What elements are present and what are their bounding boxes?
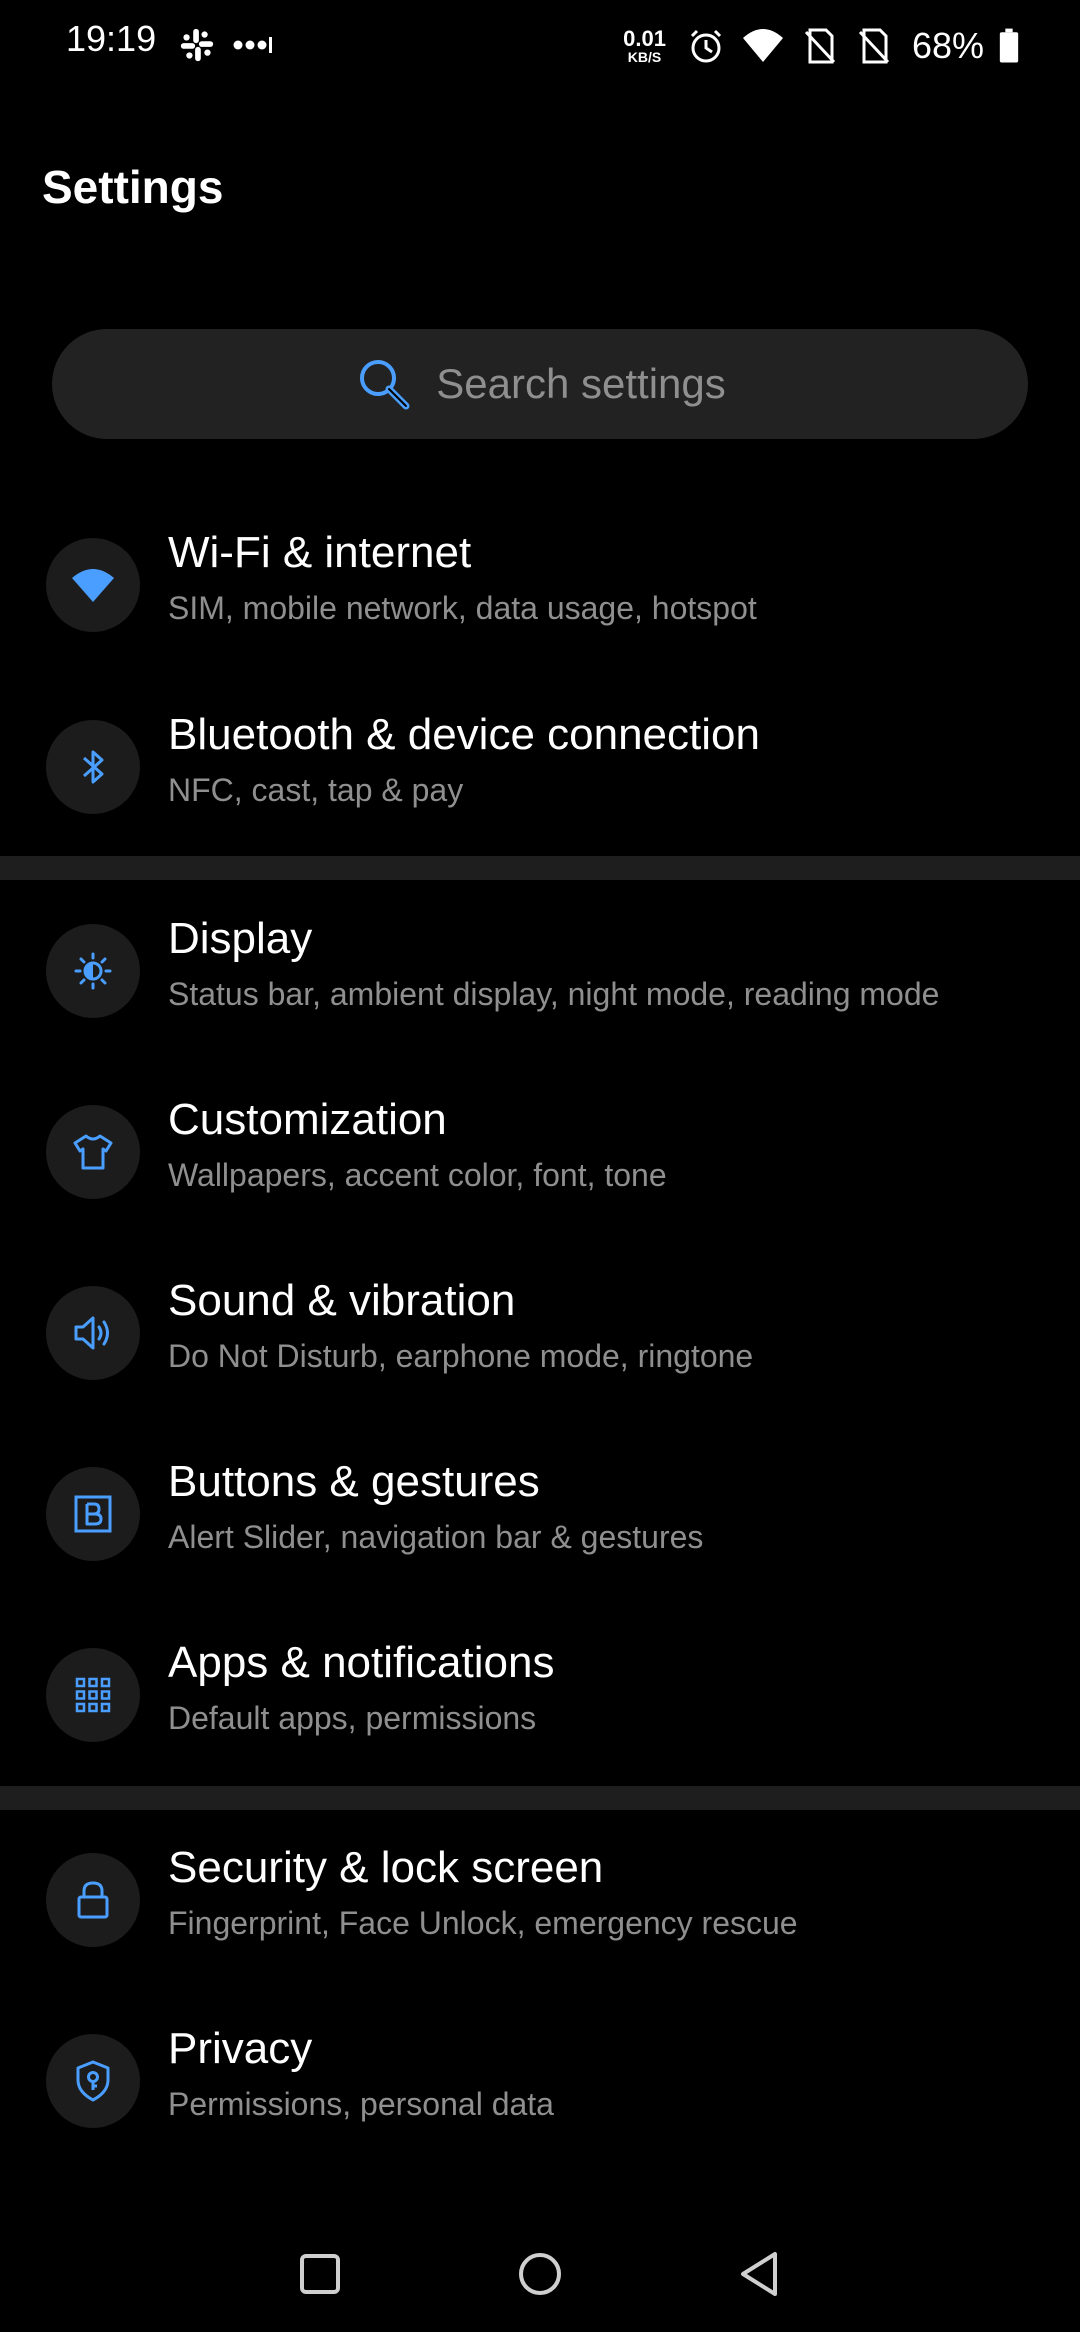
item-subtitle: Wallpapers, accent color, font, tone [168, 1157, 667, 1193]
back-button[interactable] [733, 2244, 793, 2304]
item-title: Security & lock screen [168, 1843, 604, 1892]
tshirt-icon [46, 1105, 140, 1199]
privacy-shield-icon [46, 2034, 140, 2128]
battery-percent: 68% [911, 25, 984, 66]
sim-none-icon [804, 28, 836, 64]
settings-item-display[interactable]: Display Status bar, ambient display, nig… [0, 896, 1080, 1046]
settings-item-bluetooth[interactable]: Bluetooth & device connection NFC, cast,… [0, 692, 1080, 842]
network-speed-value: 0.01 [623, 26, 666, 51]
item-subtitle: NFC, cast, tap & pay [168, 772, 464, 808]
search-bar[interactable]: Search settings [52, 329, 1028, 439]
item-subtitle: Fingerprint, Face Unlock, emergency resc… [168, 1905, 798, 1941]
item-subtitle: Status bar, ambient display, night mode,… [168, 976, 940, 1012]
item-title: Customization [168, 1095, 447, 1144]
settings-item-sound[interactable]: Sound & vibration Do Not Disturb, earpho… [0, 1258, 1080, 1408]
sim-none-icon [858, 28, 890, 64]
alarm-icon [690, 29, 721, 63]
item-title: Apps & notifications [168, 1638, 555, 1687]
home-button[interactable] [510, 2244, 570, 2304]
status-bar: 19:19 0.01 KB/S 68% [0, 0, 1080, 92]
page-title: Settings [42, 161, 224, 213]
settings-item-privacy[interactable]: Privacy Permissions, personal data [0, 2006, 1080, 2156]
network-speed-unit: KB/S [627, 49, 662, 65]
item-title: Buttons & gestures [168, 1457, 540, 1506]
section-divider [0, 1786, 1080, 1810]
search-placeholder: Search settings [436, 360, 726, 407]
speaker-icon [46, 1286, 140, 1380]
status-time: 19:19 [66, 18, 157, 59]
settings-item-apps[interactable]: Apps & notifications Default apps, permi… [0, 1620, 1080, 1770]
item-subtitle: Alert Slider, navigation bar & gestures [168, 1519, 704, 1555]
brightness-icon [46, 924, 140, 1018]
recents-button[interactable] [290, 2244, 350, 2304]
section-divider [0, 856, 1080, 880]
wifi-icon [742, 29, 783, 62]
network-speed: 0.01 KB/S [623, 26, 666, 65]
item-title: Display [168, 914, 313, 963]
item-title: Privacy [168, 2024, 313, 2073]
apps-grid-icon [46, 1648, 140, 1742]
button-b-icon [46, 1467, 140, 1561]
item-subtitle: SIM, mobile network, data usage, hotspot [168, 590, 757, 626]
navigation-bar [0, 2220, 1080, 2332]
wifi-icon [46, 538, 140, 632]
bluetooth-icon [46, 720, 140, 814]
settings-item-security[interactable]: Security & lock screen Fingerprint, Face… [0, 1825, 1080, 1975]
search-icon [360, 360, 410, 410]
item-title: Sound & vibration [168, 1276, 516, 1325]
item-subtitle: Default apps, permissions [168, 1700, 537, 1736]
item-title: Bluetooth & device connection [168, 710, 760, 759]
more-dots-icon [233, 37, 272, 53]
settings-item-customization[interactable]: Customization Wallpapers, accent color, … [0, 1077, 1080, 1227]
lock-icon [46, 1853, 140, 1947]
battery-icon [999, 28, 1019, 63]
slack-icon [180, 28, 214, 62]
settings-item-wifi[interactable]: Wi‑Fi & internet SIM, mobile network, da… [0, 510, 1080, 660]
item-subtitle: Permissions, personal data [168, 2086, 554, 2122]
item-title: Wi‑Fi & internet [168, 528, 472, 577]
item-subtitle: Do Not Disturb, earphone mode, ringtone [168, 1338, 754, 1374]
settings-item-buttons-gestures[interactable]: Buttons & gestures Alert Slider, navigat… [0, 1439, 1080, 1589]
